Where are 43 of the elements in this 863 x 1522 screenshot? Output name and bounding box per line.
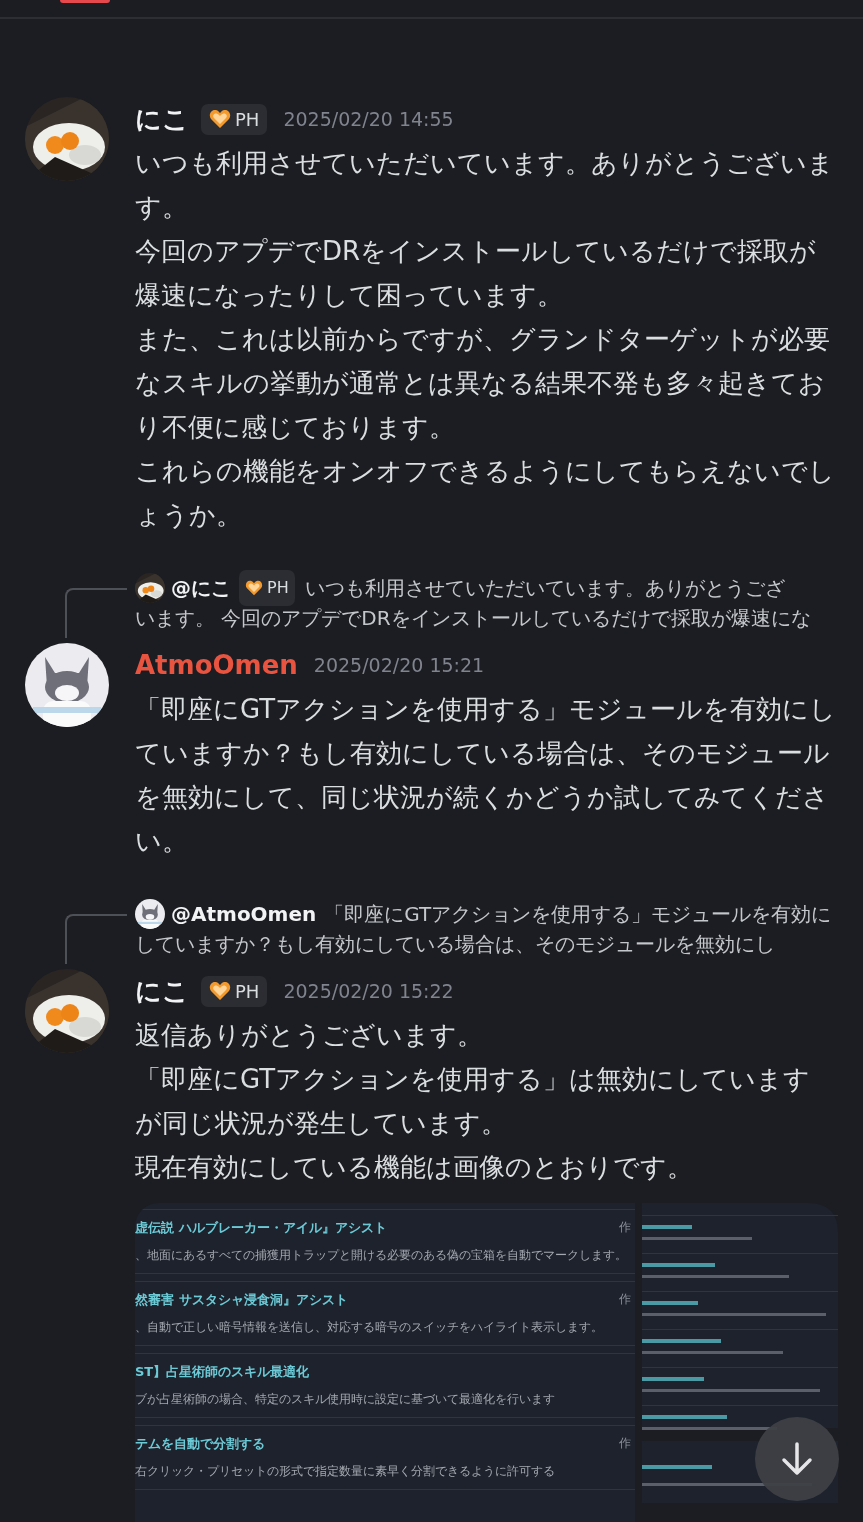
reply-connector xyxy=(65,588,127,638)
setting-tag: 作 xyxy=(619,1219,631,1237)
role-label: PH xyxy=(235,980,260,1002)
timestamp: 2025/02/20 15:21 xyxy=(313,654,485,676)
heart-icon xyxy=(245,580,263,596)
author-name[interactable]: AtmoOmen xyxy=(135,650,298,680)
heart-icon xyxy=(209,109,231,129)
role-label: PH xyxy=(267,577,289,599)
timestamp: 2025/02/20 15:22 xyxy=(283,980,454,1002)
setting-title: 然審害 サスタシャ浸食洞』アシスト xyxy=(135,1291,349,1309)
setting-description: 右クリック・プリセットの形式で指定数量に素早く分割できるように許可する xyxy=(135,1463,556,1480)
message-text: 現在有効にしている機能は画像のとおりです。 xyxy=(135,1151,694,1184)
message-text: 「即座にGTアクションを使用する」モジュールを有効にしていますか？もし有効にしている場合は、そのモジュールを無効にして、同じ状況が続くかどうか試してみてください。 xyxy=(135,693,837,858)
author-name[interactable]: にこ xyxy=(135,973,189,1009)
setting-description: 、地面にあるすべての捕獲用トラップと開ける必要のある偽の宝箱を自動でマークします。 xyxy=(135,1247,628,1264)
setting-description: 、自動で正しい暗号情報を送信し、対応する暗号のスイッチをハイライト表示します。 xyxy=(135,1319,604,1336)
setting-title: 虚伝説 ハルブレーカー・アイル』アシスト xyxy=(135,1219,388,1237)
setting-title: ST】占星術師のスキル最適化 xyxy=(135,1363,311,1381)
arrow-down-icon xyxy=(780,1442,814,1476)
reply-connector xyxy=(65,914,127,964)
message-text: 今回のアプデでDRをインストールしているだけで採取が爆速になったりして困っています。 xyxy=(135,235,818,312)
setting-description: ブが占星術師の場合、特定のスキル使用時に設定に基づいて最適化を行います xyxy=(135,1391,556,1408)
message-text: 「即座にGTアクションを使用する」は無効にしていますが同じ状況が発生しています。 xyxy=(135,1063,812,1140)
message-text: これらの機能をオンオフできるようにしてもらえないでしょうか。 xyxy=(135,455,836,532)
heart-icon xyxy=(209,981,231,1001)
reply-author[interactable]: @にこ xyxy=(171,573,231,603)
author-name[interactable]: にこ xyxy=(135,101,189,137)
notification-badge xyxy=(60,0,110,3)
reply-preview-text[interactable]: いつも利用させていただいています。ありがとうござ xyxy=(304,573,785,603)
setting-title: テムを自動で分割する xyxy=(135,1435,266,1453)
reply-author[interactable]: @AtmoOmen xyxy=(171,899,317,929)
message-text: 返信ありがとうございます。 xyxy=(135,1019,484,1052)
cat-avatar-icon xyxy=(135,899,165,929)
timestamp: 2025/02/20 14:55 xyxy=(283,108,454,130)
reply-preview-text[interactable]: 「即座にGTアクションを使用する」モジュールを有効に xyxy=(324,899,832,929)
reply-preview-text[interactable]: います。 今回のアプデでDRをインストールしているだけで採取が爆速にな xyxy=(135,603,811,633)
message-text: いつも利用させていただいています。ありがとうございます。 xyxy=(135,147,835,224)
role-label: PH xyxy=(235,108,260,130)
setting-tag: 作 xyxy=(619,1291,631,1309)
message-text: また、これは以前からですが、グランドターゲットが必要なスキルの挙動が通常とは異なる結果不発も多々起きており不便に感じております。 xyxy=(135,323,831,444)
reply-preview-text[interactable]: していますか？もし有効にしている場合は、そのモジュールを無効にし xyxy=(135,929,775,959)
setting-tag: 作 xyxy=(619,1435,631,1453)
screenshot-image[interactable] xyxy=(135,1203,635,1522)
